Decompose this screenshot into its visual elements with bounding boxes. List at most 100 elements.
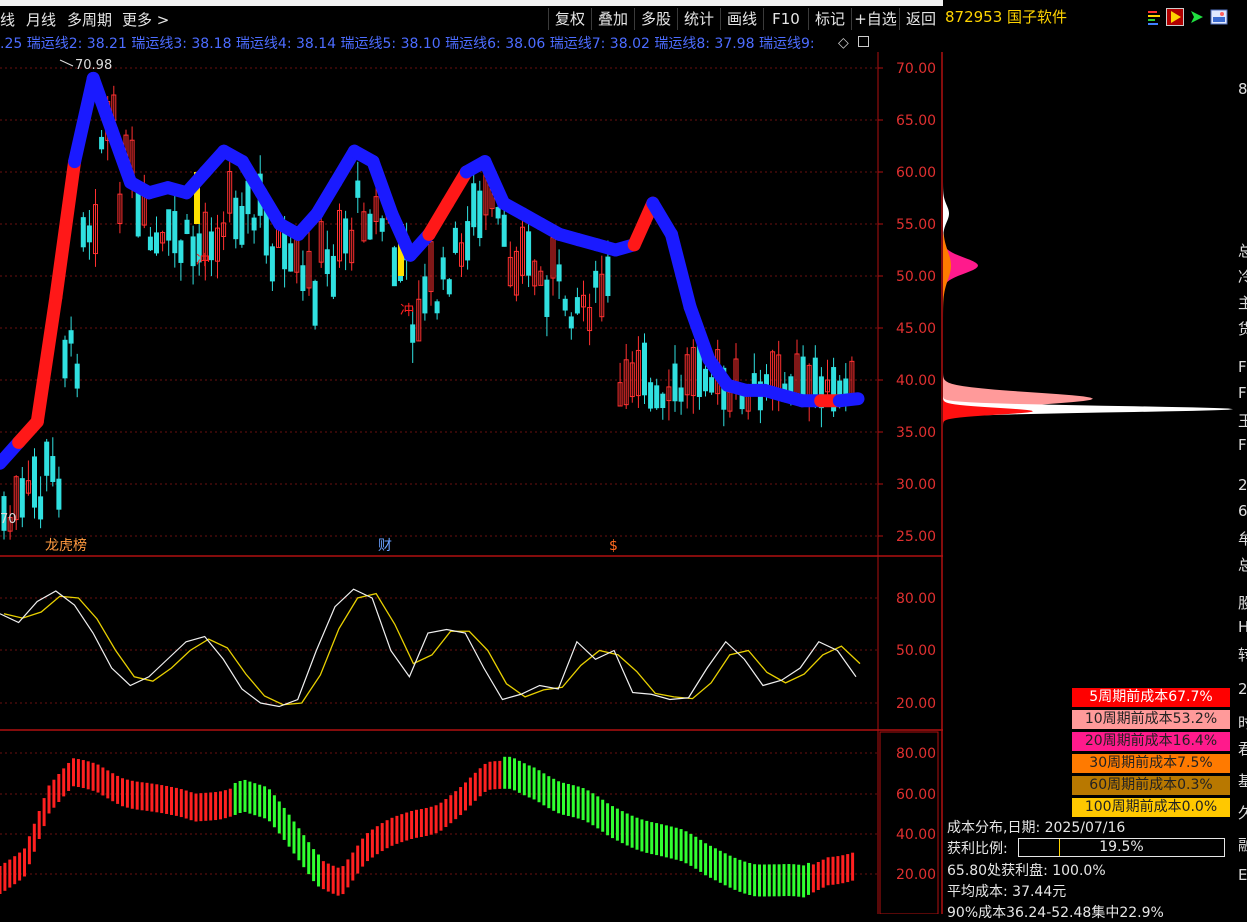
more-menu[interactable]: 更多 >: [122, 9, 169, 30]
cost-90-range: 90%成本36.24-52.48集中22.9%: [947, 905, 1164, 921]
candle-body: [208, 231, 214, 261]
candle-body: [605, 256, 611, 297]
average-cost: 平均成本: 37.44元: [947, 884, 1067, 900]
osc-tick-label: 20.00: [896, 696, 936, 712]
f10-button[interactable]: F10: [763, 8, 808, 30]
indicator-options-icon[interactable]: ◇: [838, 35, 849, 51]
bars-icon[interactable]: [1146, 8, 1164, 26]
side-panel-label: H: [1238, 618, 1247, 636]
macd-tick-label: 20.00: [896, 867, 936, 883]
candle-body: [495, 207, 501, 219]
oscillator-main-line: [0, 588, 857, 708]
candle-body: [544, 279, 550, 317]
low-price-label: 70: [0, 512, 17, 527]
add-watchlist-button[interactable]: +自选: [851, 8, 899, 30]
side-panel-label: E: [1238, 866, 1247, 884]
restore-rights-button[interactable]: 复权: [548, 8, 591, 30]
profit-label: 获利比例:: [947, 841, 1008, 857]
side-panel-label: 8: [1238, 80, 1247, 98]
candle-body: [56, 478, 62, 510]
side-panel-label: 2: [1238, 680, 1247, 698]
candle-body: [465, 221, 471, 261]
candle-body: [324, 249, 330, 275]
profit-at-price: 65.80处获利盘: 100.0%: [947, 863, 1106, 879]
profit-ratio-value: 19.5%: [1099, 839, 1144, 855]
candle-body: [184, 219, 190, 235]
mark-button[interactable]: 标记: [808, 8, 851, 30]
candle-body: [19, 478, 25, 518]
side-panel-label: F: [1238, 384, 1247, 402]
cost-legend-item: 60周期前成本0.3%: [1072, 776, 1230, 795]
candle-body: [452, 227, 458, 253]
back-button[interactable]: 返回: [899, 8, 942, 30]
stock-title: 872953 国子软件: [945, 8, 1068, 26]
multi-stock-button[interactable]: 多股: [634, 8, 677, 30]
osc-tick-label: 80.00: [896, 591, 936, 607]
price-tick-label: 30.00: [896, 477, 936, 493]
high-price-label: 70.98: [75, 58, 112, 73]
candle-body: [288, 243, 294, 272]
candle-body: [172, 211, 178, 254]
period-day-tab[interactable]: 线: [0, 9, 15, 30]
oscillator-signal-line: [3, 592, 861, 706]
side-panel-label: 股: [1238, 594, 1247, 612]
candle-body: [154, 232, 159, 254]
chart-area[interactable]: 70.00 65.00 60.00 55.00 50.00 45.00 40.00 35.00…: [0, 52, 943, 914]
candle-body: [251, 217, 257, 231]
candle-body: [178, 240, 184, 263]
candle-body: [568, 316, 574, 329]
side-panel-label: 货: [1238, 320, 1247, 338]
candle-body: [422, 276, 428, 314]
price-tick-label: 65.00: [896, 113, 936, 129]
trend-line-segment: [664, 227, 697, 314]
candle-body: [239, 205, 245, 245]
candle-body: [62, 339, 68, 379]
candle-body: [660, 393, 666, 409]
candle-body: [471, 183, 477, 228]
period-month-tab[interactable]: 月线: [26, 9, 56, 30]
event-tag: 财: [378, 538, 392, 554]
cost-legend-item: 30周期前成本7.5%: [1072, 754, 1230, 773]
candle-body: [80, 217, 86, 248]
price-tick-label: 45.00: [896, 321, 936, 337]
overlay-button[interactable]: 叠加: [591, 8, 634, 30]
profit-ratio-bar: 19.5%: [1018, 838, 1225, 857]
cost-legend-item: 20周期前成本16.4%: [1072, 732, 1230, 751]
candle-body: [703, 368, 708, 392]
price-tick-label: 40.00: [896, 373, 936, 389]
picture-icon[interactable]: [1210, 8, 1228, 26]
side-panel-label: 久: [1238, 804, 1247, 822]
candle-body: [86, 225, 92, 243]
arrow-icon[interactable]: [1188, 8, 1206, 26]
candle-body: [562, 298, 568, 311]
candle-body: [709, 377, 715, 393]
side-panel-label: 基: [1238, 772, 1247, 790]
candle-body: [147, 236, 153, 251]
draw-line-button[interactable]: 画线: [720, 8, 763, 30]
price-tick-label: 70.00: [896, 61, 936, 77]
side-panel-label: 牟: [1238, 530, 1247, 548]
candle-body: [379, 218, 385, 232]
side-panel-label: 总: [1238, 556, 1247, 574]
multi-period-tab[interactable]: 多周期: [67, 9, 112, 30]
statistics-button[interactable]: 统计: [677, 8, 720, 30]
play-icon[interactable]: [1166, 8, 1184, 26]
candle-body: [32, 456, 37, 508]
price-tick-label: 55.00: [896, 217, 936, 233]
candle-body: [135, 190, 141, 237]
candle-body: [446, 279, 452, 295]
candle-body: [593, 270, 599, 288]
macd-tick-label: 40.00: [896, 827, 936, 843]
trend-line-segment: [49, 155, 82, 304]
price-tick-label: 50.00: [896, 269, 936, 285]
cost-legend-item: 100周期前成本0.0%: [1072, 798, 1230, 817]
side-panel-label: F: [1238, 358, 1247, 376]
side-panel-label: 转: [1238, 646, 1247, 664]
side-panel-label: F: [1238, 436, 1247, 454]
candle-body: [654, 385, 660, 409]
trend-line-segment: [832, 392, 865, 408]
candle-body: [74, 363, 80, 389]
candle-body: [312, 280, 318, 326]
candle-body: [330, 255, 336, 297]
maximize-icon[interactable]: [858, 36, 869, 47]
